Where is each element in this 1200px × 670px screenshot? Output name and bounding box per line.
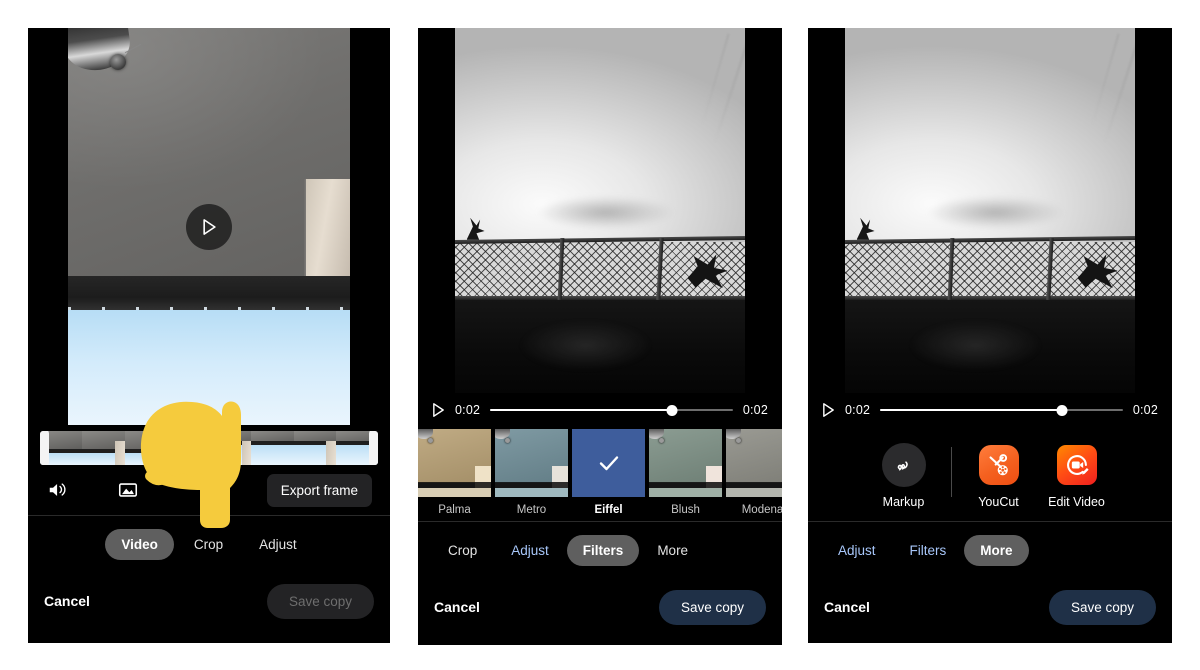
tab-adjust[interactable]: Adjust xyxy=(243,529,313,560)
slider-thumb[interactable] xyxy=(1056,404,1068,416)
action-row: Cancel Save copy xyxy=(418,578,782,636)
more-app-youcut[interactable]: YouCut xyxy=(960,443,1038,509)
tab-filters[interactable]: Filters xyxy=(566,534,640,566)
current-time: 0:02 xyxy=(455,403,481,417)
filter-label: Eiffel xyxy=(594,504,623,516)
action-row: Cancel Save copy xyxy=(808,578,1172,636)
video-filmstrip[interactable] xyxy=(40,431,378,465)
playback-bar: 0:02 0:02 xyxy=(418,393,782,427)
filter-thumbnail[interactable] xyxy=(418,429,491,497)
cancel-button[interactable]: Cancel xyxy=(434,599,480,615)
bw-chainlink-fence-photo xyxy=(455,28,745,393)
check-icon xyxy=(599,456,618,471)
filter-thumbnail[interactable] xyxy=(495,429,568,497)
video-preview[interactable] xyxy=(808,28,1172,393)
phone-panel-filters-tab: 0:02 0:02 Palma Metro Eiffel Blush Modena Cr… xyxy=(418,28,782,645)
tab-crop[interactable]: Crop xyxy=(432,535,493,566)
export-frame-icon[interactable] xyxy=(116,478,140,502)
cancel-button[interactable]: Cancel xyxy=(44,593,90,609)
media-frame xyxy=(845,28,1135,393)
edit-video-app-icon xyxy=(1056,445,1097,485)
more-app-markup[interactable]: Markup xyxy=(865,443,943,509)
filter-strip[interactable]: Palma Metro Eiffel Blush Modena xyxy=(418,427,782,521)
playback-slider[interactable] xyxy=(490,403,733,417)
media-frame xyxy=(455,28,745,393)
playback-slider[interactable] xyxy=(880,403,1123,417)
more-app-label: YouCut xyxy=(978,495,1019,509)
more-app-edit-video[interactable]: Edit Video xyxy=(1038,443,1116,509)
filter-item[interactable]: Palma xyxy=(418,429,491,521)
markup-squiggle-icon xyxy=(881,443,926,487)
video-tool-row: Export frame xyxy=(28,465,390,515)
tab-video[interactable]: Video xyxy=(105,528,174,560)
tab-adjust[interactable]: Adjust xyxy=(822,535,892,566)
filter-thumbnail[interactable] xyxy=(649,429,722,497)
more-app-label: Markup xyxy=(882,495,925,509)
tab-more[interactable]: More xyxy=(964,534,1029,566)
trim-handle-right[interactable] xyxy=(369,431,378,465)
play-icon[interactable] xyxy=(822,403,835,417)
editor-tab-bar: Adjust Filters More xyxy=(808,522,1172,578)
tab-adjust[interactable]: Adjust xyxy=(495,535,565,566)
screw-detail xyxy=(736,438,741,443)
filter-item[interactable]: Metro xyxy=(495,429,568,521)
divider xyxy=(950,447,952,497)
editor-tab-bar: Video Crop Adjust xyxy=(28,516,390,572)
action-row: Cancel Save copy xyxy=(28,572,390,630)
youcut-app-icon xyxy=(978,445,1019,485)
total-time: 0:02 xyxy=(1132,403,1158,417)
media-frame xyxy=(68,28,350,425)
filter-thumbnail[interactable] xyxy=(726,429,782,497)
filmstrip-frame xyxy=(251,431,294,465)
filter-label: Modena xyxy=(741,504,782,516)
save-copy-button[interactable]: Save copy xyxy=(1048,589,1156,625)
more-app-label: Edit Video xyxy=(1048,495,1105,509)
volume-on-icon[interactable] xyxy=(46,478,70,502)
filmstrip-frame xyxy=(209,431,252,465)
filter-item[interactable]: Blush xyxy=(649,429,722,521)
save-copy-button[interactable]: Save copy xyxy=(658,589,766,625)
filmstrip-frame xyxy=(82,431,125,465)
screw-detail xyxy=(659,438,664,443)
tab-more[interactable]: More xyxy=(641,535,704,566)
video-preview[interactable] xyxy=(418,28,782,393)
video-preview[interactable] xyxy=(28,28,390,425)
tab-crop[interactable]: Crop xyxy=(178,529,239,560)
video-timeline-wrap xyxy=(28,425,390,465)
filmstrip-frame xyxy=(293,431,336,465)
phone-panel-more-tab: 0:02 0:02 Markup YouCut Edit Video Adjus… xyxy=(808,28,1172,643)
editor-tab-bar: Crop Adjust Filters More xyxy=(418,522,782,578)
current-time: 0:02 xyxy=(845,403,871,417)
filmstrip-frame xyxy=(166,431,209,465)
export-frame-button[interactable]: Export frame xyxy=(266,473,372,507)
screw-detail xyxy=(428,438,433,443)
more-apps-row: Markup YouCut Edit Video xyxy=(808,427,1172,521)
playback-bar: 0:02 0:02 xyxy=(808,393,1172,427)
filter-label: Palma xyxy=(438,504,471,516)
screenshot-stage: Export frame Video Crop Adjust Cancel Sa… xyxy=(0,0,1200,670)
play-button-overlay[interactable] xyxy=(186,203,232,250)
screw-detail xyxy=(505,438,510,443)
slider-thumb[interactable] xyxy=(666,404,678,416)
filmstrip-frame xyxy=(124,431,167,465)
filter-item[interactable]: Modena xyxy=(726,429,782,521)
cancel-button[interactable]: Cancel xyxy=(824,599,870,615)
play-icon xyxy=(202,218,216,235)
play-icon[interactable] xyxy=(432,403,445,417)
filter-label: Blush xyxy=(671,504,700,516)
save-copy-button[interactable]: Save copy xyxy=(266,583,374,619)
phone-panel-video-tab: Export frame Video Crop Adjust Cancel Sa… xyxy=(28,28,390,643)
tab-filters[interactable]: Filters xyxy=(894,535,963,566)
total-time: 0:02 xyxy=(742,403,768,417)
filter-thumbnail[interactable] xyxy=(572,429,645,497)
filter-item[interactable]: Eiffel xyxy=(572,429,645,521)
bw-chainlink-fence-photo xyxy=(845,28,1135,393)
ceiling-screw xyxy=(110,54,126,70)
trim-handle-left[interactable] xyxy=(40,431,49,465)
filter-label: Metro xyxy=(516,504,547,516)
